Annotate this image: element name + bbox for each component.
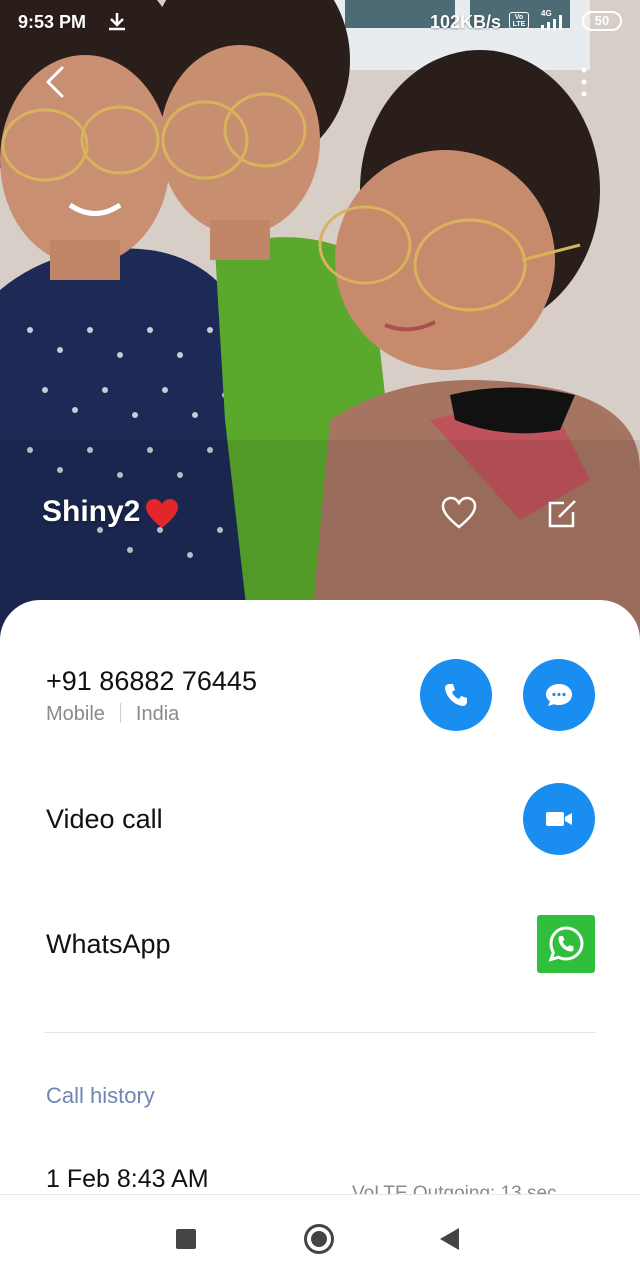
message-button[interactable] xyxy=(523,659,595,731)
edit-icon[interactable] xyxy=(544,496,580,532)
call-history-date[interactable]: 1 Feb 8:43 AM xyxy=(46,1165,209,1194)
call-history-title: Call history xyxy=(46,1083,155,1108)
home-circle-icon[interactable] xyxy=(304,1224,334,1254)
contact-photo-illustration xyxy=(0,0,640,640)
phone-icon xyxy=(445,684,467,706)
network-speed: 102KB/s xyxy=(430,12,502,32)
battery-indicator: 50 xyxy=(582,11,622,31)
network-type: 4G xyxy=(541,9,552,18)
whatsapp-button[interactable] xyxy=(537,915,595,973)
download-arrow-icon xyxy=(109,13,125,31)
phone-location: India xyxy=(135,703,180,725)
contact-photo: 9:53 PM 102KB/s Vo LTE 4G 50 Shiny2 xyxy=(0,0,640,640)
back-triangle-icon[interactable] xyxy=(440,1228,459,1250)
chat-bubble-icon xyxy=(546,684,572,706)
video-call-button[interactable] xyxy=(523,783,595,855)
red-heart-icon xyxy=(146,499,178,528)
status-time: 9:53 PM xyxy=(18,12,87,32)
call-button[interactable] xyxy=(420,659,492,731)
status-bar: 9:53 PM 102KB/s Vo LTE 4G 50 xyxy=(0,0,640,44)
meta-separator xyxy=(119,703,121,723)
video-camera-icon xyxy=(546,812,572,826)
section-divider xyxy=(45,1032,595,1033)
contact-name: Shiny2 xyxy=(42,495,141,528)
heart-outline-icon[interactable] xyxy=(440,495,478,531)
more-vertical-icon[interactable] xyxy=(572,64,596,100)
navigation-bar xyxy=(0,1194,640,1280)
video-call-label[interactable]: Video call xyxy=(46,804,163,835)
whatsapp-icon xyxy=(548,926,584,962)
recents-square-icon[interactable] xyxy=(176,1229,196,1249)
phone-type: Mobile xyxy=(46,703,105,725)
chevron-left-icon[interactable] xyxy=(38,60,78,104)
signal-icon: 4G xyxy=(541,9,562,30)
whatsapp-label[interactable]: WhatsApp xyxy=(46,929,171,960)
phone-meta: Mobile India xyxy=(46,703,179,726)
phone-number[interactable]: +91 86882 76445 xyxy=(46,666,257,697)
volte-icon: Vo LTE xyxy=(509,12,529,29)
